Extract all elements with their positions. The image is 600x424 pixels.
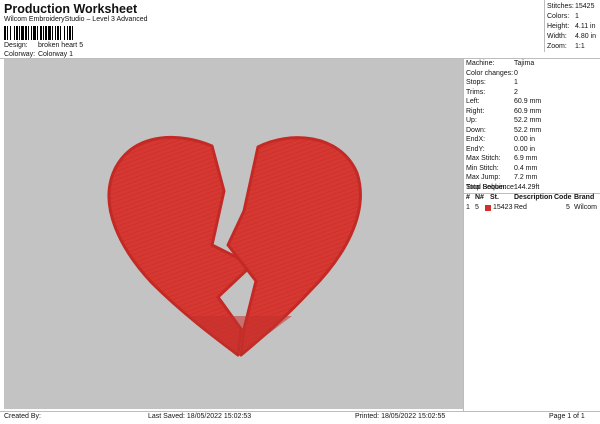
detail-right: Right: 60.9 mm <box>466 107 542 115</box>
detail-up: Up: 52.2 mm <box>466 117 542 124</box>
thread-color-swatch <box>485 205 491 211</box>
summary-row-zoom: Zoom: 1:1 <box>547 43 585 50</box>
row-code: 5 <box>566 204 570 211</box>
detail-machine: Machine: Tajima <box>466 60 535 67</box>
footer-divider <box>0 411 600 412</box>
last-saved: Last Saved: 18/05/2022 15:02:53 <box>148 413 252 420</box>
detail-endy: EndY: 0.00 in <box>466 145 536 153</box>
panel-divider <box>463 59 464 411</box>
row-index: 1 <box>466 204 470 211</box>
detail-color-changes: Color changes:0 <box>466 69 518 77</box>
detail-max-stitch: Max Stitch: 6.9 mm <box>466 155 538 162</box>
detail-max-jump: Max Jump: 7.2 mm <box>466 174 538 181</box>
colorway-name: Colorway 1 <box>37 51 73 58</box>
design-label: Design: <box>4 42 28 49</box>
detail-endx: EndX: 0.00 in <box>466 136 536 143</box>
barcode <box>4 26 116 40</box>
row-description: Red <box>514 204 527 211</box>
row-stitches: 15423 <box>493 204 513 211</box>
created-by: Created By: <box>4 413 41 420</box>
design-row: Design: broken heart 5 <box>4 42 83 49</box>
heart-bottom-fill <box>188 316 292 355</box>
row-brand: Wilcom <box>574 204 597 211</box>
summary-row-height: Height: 4.11 in <box>547 23 596 30</box>
detail-min-stitch: Min Stitch: 0.4 mm <box>466 164 538 172</box>
software-subtitle: Wilcom EmbroideryStudio – Level 3 Advanc… <box>4 16 148 23</box>
detail-stops: Stops: 1 <box>466 79 518 86</box>
printed-date: Printed: 18/05/2022 15:02:55 <box>355 413 446 420</box>
summary-stats: Stitches:15425 Colors: 1 Height: 4.11 in W… <box>547 2 596 52</box>
summary-row-width: Width: 4.80 in <box>547 33 597 40</box>
design-details: Machine: Tajima Color changes:0 Stops: 1 T… <box>466 59 541 192</box>
row-needle: 5 <box>475 204 479 211</box>
colorway-label: Colorway: <box>4 51 36 58</box>
design-preview <box>4 59 463 409</box>
detail-down: Down: 52.2 mm <box>466 126 542 134</box>
detail-left: Left: 60.9 mm <box>466 98 542 105</box>
summary-row-stitches: Stitches:15425 <box>547 3 595 10</box>
colorway-row: Colorway: Colorway 1 <box>4 51 73 58</box>
stop-sequence-title: Stop Sequence: <box>466 184 516 191</box>
col-code-header: Code <box>554 194 572 201</box>
col-stitches-header: St. <box>490 194 499 201</box>
broken-heart-design <box>107 135 362 357</box>
design-name: broken heart 5 <box>37 42 84 49</box>
col-needle-header: N# <box>475 194 484 201</box>
col-index-header: # <box>466 194 470 201</box>
col-description-header: Description <box>514 194 553 201</box>
worksheet-title: Production Worksheet <box>4 2 138 16</box>
page-number: Page 1 of 1 <box>549 413 585 420</box>
summary-divider <box>544 0 545 52</box>
summary-row-colors: Colors: 1 <box>547 13 579 20</box>
col-brand-header: Brand <box>574 194 595 201</box>
detail-trims: Trims: 2 <box>466 88 518 96</box>
barcode-bar <box>73 26 74 40</box>
